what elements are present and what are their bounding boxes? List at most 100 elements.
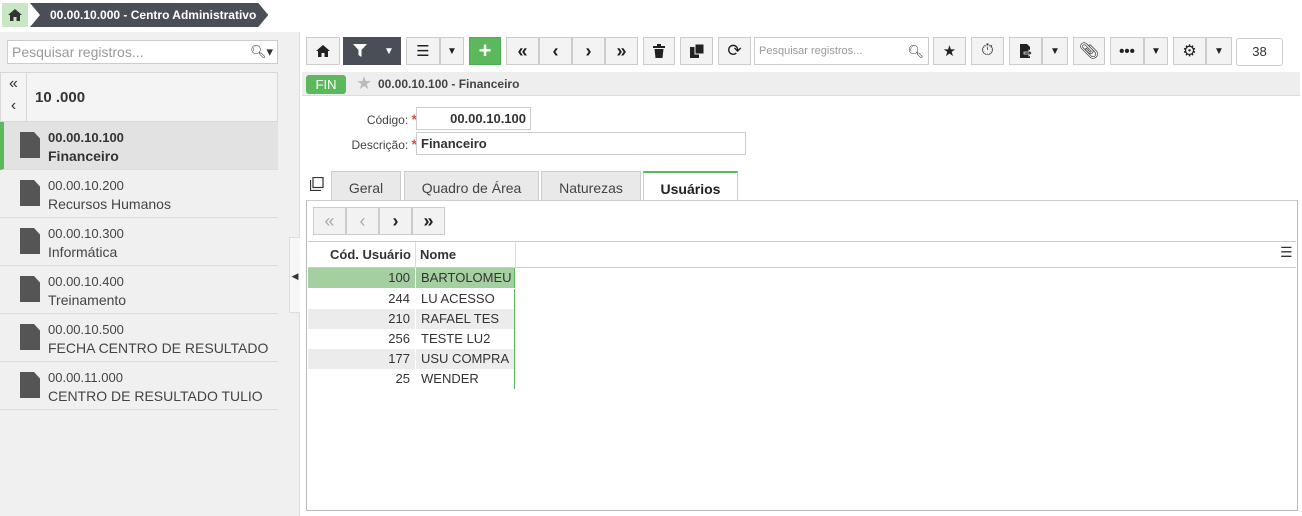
grid-next-button[interactable]: › [379, 207, 412, 235]
sidebar-search-input[interactable]: Pesquisar registros... 🔍︎▾ [7, 40, 278, 64]
sidebar-item-name: CENTRO DE RESULTADO TULIO [48, 388, 263, 404]
tab-geral[interactable]: Geral [331, 171, 401, 201]
settings-button[interactable]: ⚙ [1173, 37, 1206, 65]
grid-last-button[interactable]: » [412, 207, 445, 235]
grid-header: Cód. Usuário Nome [308, 241, 1296, 268]
cell-codigo: 100 [388, 270, 410, 285]
sidebar-item[interactable]: 00.00.10.200 Recursos Humanos [0, 170, 278, 218]
double-chevron-right-icon: » [616, 40, 627, 61]
copy-button[interactable] [680, 37, 713, 65]
copy-tab-icon[interactable] [309, 176, 324, 194]
search-icon[interactable]: 🔍︎ [907, 44, 924, 60]
breadcrumb-current[interactable]: 00.00.10.000 - Centro Administrativo [30, 3, 268, 27]
table-row[interactable]: 100 BARTOLOMEU [308, 268, 516, 288]
sidebar-item-name: FECHA CENTRO DE RESULTADO [48, 340, 269, 356]
attachment-button[interactable]: 📎︎ [1073, 37, 1105, 65]
descricao-label-text: Descrição: [351, 138, 409, 152]
table-row[interactable]: 177 USU COMPRA [308, 349, 516, 369]
cell-nome: WENDER [421, 371, 479, 386]
home-button[interactable] [306, 37, 340, 65]
breadcrumb: 00.00.10.000 - Centro Administrativo [0, 0, 1302, 32]
star-icon: ★ [942, 43, 957, 60]
record-counter: 38 [1236, 38, 1283, 66]
table-row[interactable]: 210 RAFAEL TES [308, 309, 516, 329]
toolbar-search-input[interactable]: Pesquisar registros... 🔍︎ [754, 37, 929, 65]
settings-dropdown-button[interactable]: ▼ [1206, 37, 1232, 65]
tab-usuarios[interactable]: Usuários [643, 171, 738, 202]
last-record-button[interactable]: » [605, 37, 638, 65]
sidebar-item[interactable]: 00.00.10.500 FECHA CENTRO DE RESULTADO [0, 314, 278, 362]
delete-button[interactable] [643, 37, 675, 65]
timer-button[interactable]: ⏱ [971, 37, 1004, 65]
codigo-label-text: Código: [366, 113, 409, 127]
sidebar-nav-buttons: « ‹ [1, 73, 27, 121]
filter-icon [353, 44, 367, 57]
collapse-sidebar-icon[interactable]: ◀ [289, 237, 300, 313]
caret-down-icon: ▼ [1214, 45, 1224, 57]
record-title: 00.00.10.100 - Financeiro [378, 77, 520, 91]
table-row[interactable]: 256 TESTE LU2 [308, 329, 516, 349]
column-header-codigo[interactable]: Cód. Usuário [330, 247, 411, 262]
cell-codigo: 256 [388, 331, 410, 346]
home-icon [8, 9, 22, 21]
double-chevron-left-icon[interactable]: « [1, 73, 26, 95]
document-icon [20, 372, 40, 398]
sidebar-item[interactable]: 00.00.10.100 Financeiro [0, 122, 278, 170]
previous-record-button[interactable]: ‹ [539, 37, 572, 65]
favorite-button[interactable]: ★ [933, 37, 966, 65]
next-record-button[interactable]: › [572, 37, 605, 65]
sidebar-header: « ‹ 10 .000 [0, 72, 278, 122]
star-icon[interactable]: ★ [356, 73, 372, 94]
filter-dropdown-button[interactable]: ▼ [377, 37, 401, 65]
tab-quadro-de-area[interactable]: Quadro de Área [404, 171, 539, 201]
trash-icon [653, 44, 665, 58]
sidebar: Pesquisar registros... 🔍︎▾ « ‹ 10 .000 0… [0, 32, 300, 516]
ellipsis-icon: ••• [1119, 42, 1135, 60]
caret-down-icon: ▼ [1151, 45, 1161, 57]
filter-button[interactable] [343, 37, 377, 65]
table-row[interactable]: 244 LU ACESSO [308, 289, 516, 309]
sidebar-item-name: Treinamento [48, 292, 127, 308]
sidebar-item[interactable]: 00.00.10.400 Treinamento [0, 266, 278, 314]
add-button[interactable]: + [469, 37, 501, 65]
chevron-right-icon: › [392, 211, 399, 231]
list-view-button[interactable]: ☰ [406, 37, 440, 65]
grid-first-button[interactable]: « [313, 207, 346, 235]
codigo-label: Código: * [330, 111, 417, 127]
more-options-button[interactable]: ••• [1110, 37, 1144, 65]
list-view-dropdown-button[interactable]: ▼ [440, 37, 464, 65]
export-dropdown-button[interactable]: ▼ [1042, 37, 1068, 65]
sidebar-item-name: Informática [48, 244, 118, 260]
table-row[interactable]: 25 WENDER [308, 369, 516, 389]
cell-codigo: 244 [388, 291, 410, 306]
home-crumb-button[interactable] [2, 3, 28, 27]
sidebar-item[interactable]: 00.00.11.000 CENTRO DE RESULTADO TULIO [0, 362, 278, 410]
sidebar-item-code: 00.00.10.200 [48, 178, 124, 193]
more-options-dropdown-button[interactable]: ▼ [1144, 37, 1168, 65]
caret-down-icon: ▼ [447, 45, 457, 57]
column-divider [515, 242, 516, 268]
grid-previous-button[interactable]: ‹ [346, 207, 379, 235]
export-button[interactable] [1009, 37, 1042, 65]
first-record-button[interactable]: « [506, 37, 539, 65]
sidebar-item-name: Financeiro [48, 148, 119, 164]
column-divider [415, 242, 416, 268]
sidebar-item-code: 00.00.10.500 [48, 322, 124, 337]
grid-menu-icon[interactable]: ☰ [1280, 244, 1293, 261]
chevron-left-icon[interactable]: ‹ [1, 95, 26, 117]
cell-nome: RAFAEL TES [421, 311, 500, 326]
tab-naturezas[interactable]: Naturezas [541, 171, 641, 201]
record-header: FIN ★ 00.00.10.100 - Financeiro [302, 72, 1300, 96]
sidebar-header-title: 10 .000 [35, 89, 86, 106]
codigo-field[interactable]: 00.00.10.100 [416, 107, 531, 130]
search-dropdown-icon[interactable]: 🔍︎▾ [250, 44, 273, 60]
gear-icon: ⚙ [1182, 43, 1197, 60]
paperclip-icon: 📎︎ [1078, 43, 1100, 60]
descricao-field[interactable]: Financeiro [416, 132, 746, 155]
column-header-nome[interactable]: Nome [420, 247, 456, 262]
refresh-button[interactable]: ⟳ [718, 37, 751, 65]
document-icon [20, 228, 40, 254]
sidebar-item[interactable]: 00.00.10.300 Informática [0, 218, 278, 266]
record-badge: FIN [306, 75, 346, 94]
copy-icon [689, 44, 704, 58]
